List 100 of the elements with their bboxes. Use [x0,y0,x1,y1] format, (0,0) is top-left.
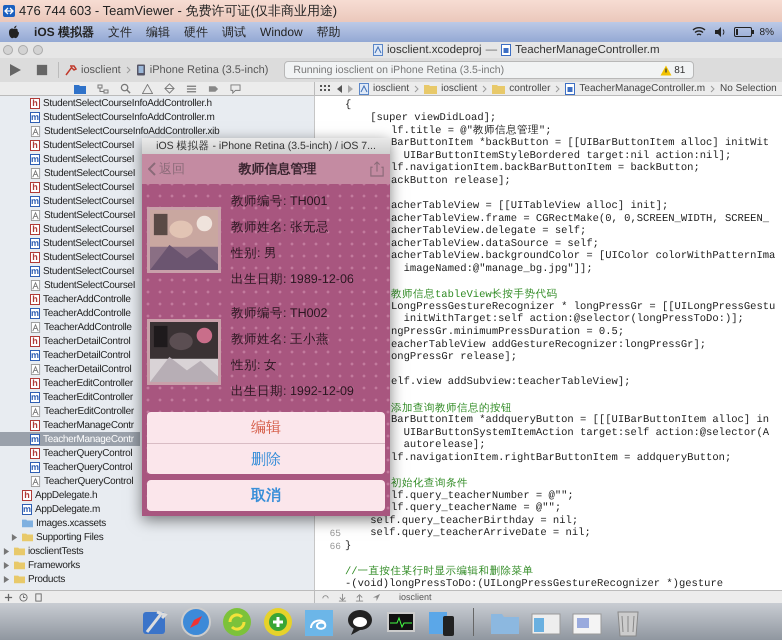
plus-icon[interactable] [262,606,294,638]
file-icon: m [30,154,40,164]
file-item[interactable]: m TeacherDetailControl [0,348,130,362]
file-item[interactable]: m TeacherQueryControl [0,460,132,474]
disclosure-triangle-icon[interactable] [3,548,10,554]
file-item[interactable]: m AppDelegate.m [0,502,100,516]
file-item[interactable]: h AppDelegate.h [0,488,98,502]
window-title: 476 744 603 - TeamViewer - 免费许可证(仅非商业用途) [19,2,338,20]
menu-item[interactable]: 调试 [222,24,246,40]
line-number: 65 [330,528,341,539]
compass-icon[interactable] [180,606,212,638]
menu-item[interactable]: 帮助 [316,24,341,40]
scheme-selector[interactable]: iosclient [81,64,121,76]
breadcrumb-item[interactable]: TeacherManageController.m [579,83,706,94]
play-icon [8,63,22,77]
file-item[interactable]: Supporting Files [0,530,104,544]
code-line: acherTableView = [[UITableView alloc] init]; [391,200,668,212]
file-icon: h [30,182,40,192]
file-item[interactable]: StudentSelectCourseI [0,208,136,222]
file-item[interactable]: StudentSelectCourseI [0,278,136,292]
file-item[interactable]: m StudentSelectCourseI [0,194,134,208]
warning-count[interactable]: 81 [674,64,686,76]
device-selector[interactable]: iPhone Retina (3.5-inch) [150,64,268,76]
file-icon: h [30,294,40,304]
grid-icon[interactable] [319,84,331,94]
chevron-left-icon [148,162,156,176]
breadcrumb-item[interactable]: iosclient [441,83,478,94]
location-arrow-icon[interactable] [372,592,381,602]
warning-icon[interactable] [142,84,152,94]
wifi-icon[interactable] [692,26,706,38]
file-item[interactable]: m StudentSelectCourseI [0,152,134,166]
file-item[interactable]: h TeacherManageContr [0,418,134,432]
menu-item[interactable]: 硬件 [184,24,208,40]
upload-icon[interactable] [355,592,364,602]
activity-status-field: Running iosclient on iPhone Retina (3.5-inch) 81 [284,61,694,79]
file-item[interactable]: TeacherDetailControl [0,362,132,376]
folder-icon [14,574,25,584]
battery-icon[interactable] [734,27,754,37]
file-item[interactable]: StudentSelectCourseI [0,166,136,180]
arrows-icon [3,5,15,17]
file-item[interactable]: TeacherEditController [0,404,134,418]
file-item[interactable]: TeacherQueryControl [0,474,134,488]
disclosure-triangle-icon[interactable] [3,562,10,568]
list-icon[interactable] [186,84,196,94]
file-item[interactable]: Products [0,572,66,586]
refresh-icon[interactable] [220,606,252,638]
clock-icon[interactable] [19,592,28,602]
code-line: elf.view addSubview:teacherTableView]; [391,376,630,388]
diamond-icon[interactable] [164,83,174,94]
breadcrumb-item[interactable]: No Selection [720,83,777,94]
code-line: ackButton release]; [391,174,511,187]
code-line: self.query_teacherArriveDate = nil; [369,527,591,540]
breadcrumb-item[interactable]: controller [509,83,550,94]
file-icon: h [30,98,40,108]
disclosure-triangle-icon[interactable] [11,534,18,540]
download-icon[interactable] [338,592,347,602]
file-item[interactable]: h TeacherEditController [0,376,133,390]
file-item[interactable]: h StudentSelectCourseI [0,180,134,194]
file-item[interactable]: h StudentSelectCourseI [0,222,134,236]
disclosure-triangle-icon[interactable] [3,576,10,582]
file-item[interactable]: m TeacherAddControlle [0,306,131,320]
file-item[interactable]: Frameworks [0,558,80,572]
file-item[interactable]: m StudentSelectCourseI [0,264,134,278]
file-icon [30,168,41,178]
code-line: [super viewDidLoad]; [369,112,496,124]
speaker-icon[interactable] [714,26,726,38]
file-item[interactable]: Images.xcassets [0,516,106,530]
document-icon[interactable] [34,592,43,602]
menu-item[interactable]: 文件 [108,24,132,40]
file-item[interactable]: m StudentSelectCourseInfoAddController.m [0,110,214,124]
file-item[interactable]: h TeacherAddControlle [0,292,131,306]
file-icon [30,476,41,486]
file-item[interactable]: h TeacherQueryControl [0,446,132,460]
file-item[interactable]: h StudentSelectCourseI [0,138,134,152]
hammer-icon [65,64,77,76]
back-arrow-icon[interactable] [335,84,343,94]
file-item[interactable]: h StudentSelectCourseInfoAddController.h [0,96,212,110]
file-icon: h [30,448,40,458]
apple-icon[interactable] [8,25,20,39]
file-item[interactable]: StudentSelectCourseInfoAddController.xib [0,124,220,138]
file-item[interactable]: m TeacherEditController [0,390,133,404]
file-item[interactable]: m TeacherManageContr [0,432,140,446]
menu-item[interactable]: Window [260,25,303,39]
file-icon: m [30,266,40,276]
file-icon: m [30,308,40,318]
file-item[interactable]: m StudentSelectCourseI [0,236,134,250]
file-icon: h [30,140,40,150]
menu-item[interactable]: 编辑 [146,24,170,40]
hierarchy-icon[interactable] [96,84,108,94]
file-item[interactable]: h StudentSelectCourseI [0,250,134,264]
file-item[interactable]: h TeacherDetailControl [0,334,130,348]
search-icon[interactable] [120,83,130,94]
file-item[interactable]: iosclientTests [0,544,84,558]
code-line: self.query_teacherBirthday = nil; [369,514,578,527]
breadcrumb-item[interactable]: iosclient [373,83,410,94]
menu-item[interactable]: iOS 模拟器 [34,24,94,40]
file-item[interactable]: TeacherAddControlle [0,320,132,334]
speech-bubble-icon[interactable] [230,84,240,94]
plus-icon[interactable] [4,592,13,602]
code-line: BarButtonItem *backButton = [[UIBarButtonItem alloc] initWit [391,137,770,150]
